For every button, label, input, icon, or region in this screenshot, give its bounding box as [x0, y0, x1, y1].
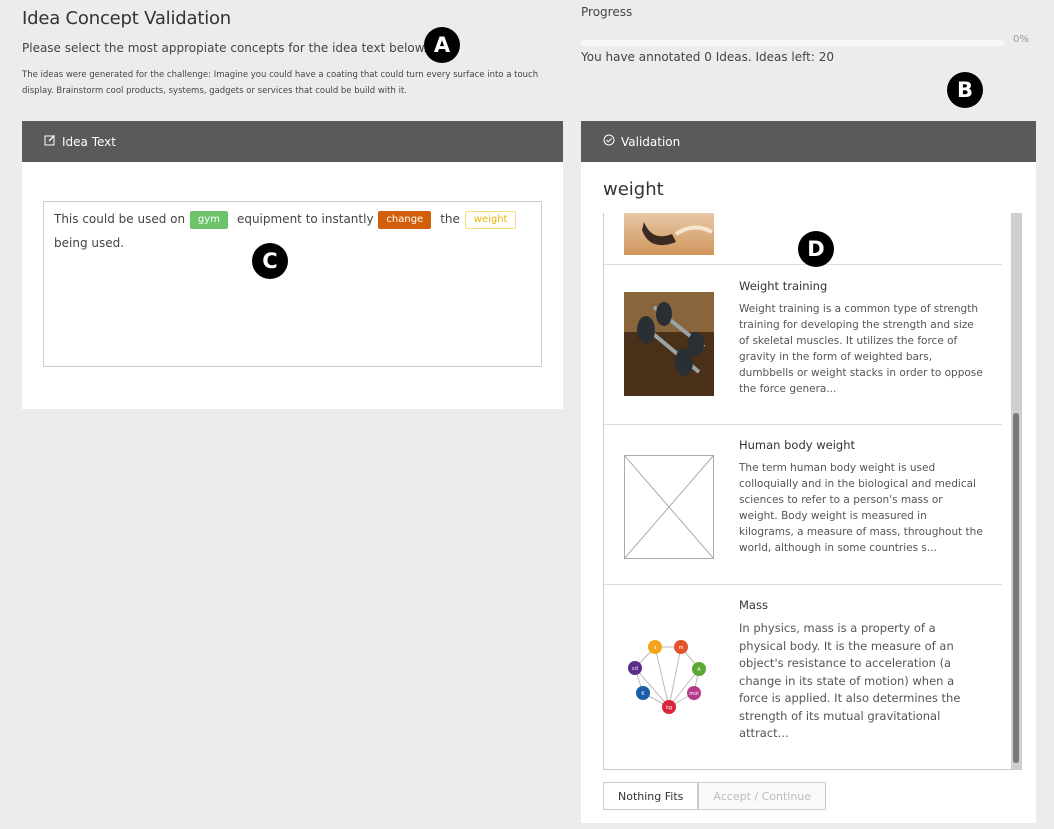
- challenge-text: The ideas were generated for the challen…: [22, 70, 539, 96]
- diagram-label: s: [654, 645, 657, 651]
- instruction-text: Please select the most appropiate concep…: [22, 41, 428, 55]
- concept-tag-weight[interactable]: weight: [464, 211, 517, 229]
- accept-continue-button[interactable]: Accept / Continue: [698, 782, 827, 810]
- action-buttons: Nothing Fits Accept / Continue: [603, 782, 827, 810]
- marker-c: C: [252, 243, 288, 279]
- idea-panel-title: Idea Text: [62, 134, 116, 149]
- idea-text-part: This could be used on: [54, 212, 186, 226]
- item-description: In physics, mass is a property of a phys…: [739, 621, 961, 740]
- concept-tag-gym[interactable]: gym: [189, 211, 228, 229]
- header: Idea Concept Validation Please select th…: [22, 8, 552, 99]
- marker-a: A: [424, 27, 460, 63]
- diagram-label: mol: [689, 691, 698, 697]
- diagram-label: kg: [666, 705, 672, 711]
- scrollbar-thumb[interactable]: [1013, 413, 1019, 763]
- list-item[interactable]: Weight training Weight training is a com…: [604, 265, 1002, 425]
- list-item[interactable]: s m A mol kg K cd Mass In physics, mass …: [604, 585, 1002, 769]
- validation-panel-header: Validation: [581, 121, 1036, 162]
- diagram-label: A: [697, 667, 701, 673]
- idea-text-part: the: [440, 212, 460, 226]
- marker-d: D: [798, 231, 834, 267]
- idea-text-part: being used.: [54, 236, 125, 250]
- placeholder-image-icon: [623, 454, 715, 560]
- marker-b: B: [947, 72, 983, 108]
- idea-text-panel: Idea Text This could be used on gym equip…: [22, 121, 563, 409]
- list-item[interactable]: Human body weight The term human body we…: [604, 425, 1002, 585]
- progress-section: Progress 0% You have annotated 0 Ideas. …: [581, 5, 1036, 64]
- item-title: Human body weight: [739, 438, 855, 452]
- item-title: Mass: [739, 598, 768, 612]
- idea-text-part: equipment to instantly: [236, 212, 374, 226]
- idea-text-box: This could be used on gym equipment to in…: [43, 201, 542, 367]
- diagram-label: cd: [632, 666, 638, 672]
- validation-panel: Validation weight Weight training Weight…: [581, 121, 1036, 823]
- dumbbell-photo: [624, 292, 714, 396]
- item-description: Weight training is a common type of stre…: [739, 303, 983, 395]
- diagram-label: m: [679, 645, 684, 651]
- page-title: Idea Concept Validation: [22, 8, 232, 29]
- item-image: [624, 213, 714, 255]
- item-title: Weight training: [739, 279, 828, 293]
- progress-bar: [581, 39, 1005, 46]
- annotation-status: You have annotated 0 Ideas. Ideas left: …: [581, 50, 834, 64]
- item-description: The term human body weight is used collo…: [739, 462, 983, 554]
- concept-list[interactable]: Weight training Weight training is a com…: [603, 213, 1022, 770]
- si-units-diagram: s m A mol kg K cd: [624, 625, 714, 725]
- edit-icon: [44, 134, 56, 149]
- progress-label: Progress: [581, 5, 633, 19]
- scrollbar[interactable]: [1011, 213, 1021, 769]
- validation-panel-title: Validation: [621, 134, 681, 149]
- concept-tag-change[interactable]: change: [378, 211, 432, 229]
- nothing-fits-button[interactable]: Nothing Fits: [603, 782, 699, 810]
- concept-word: weight: [603, 179, 664, 200]
- check-circle-icon: [603, 134, 615, 149]
- progress-percent: 0%: [1013, 34, 1029, 45]
- idea-panel-header: Idea Text: [22, 121, 563, 162]
